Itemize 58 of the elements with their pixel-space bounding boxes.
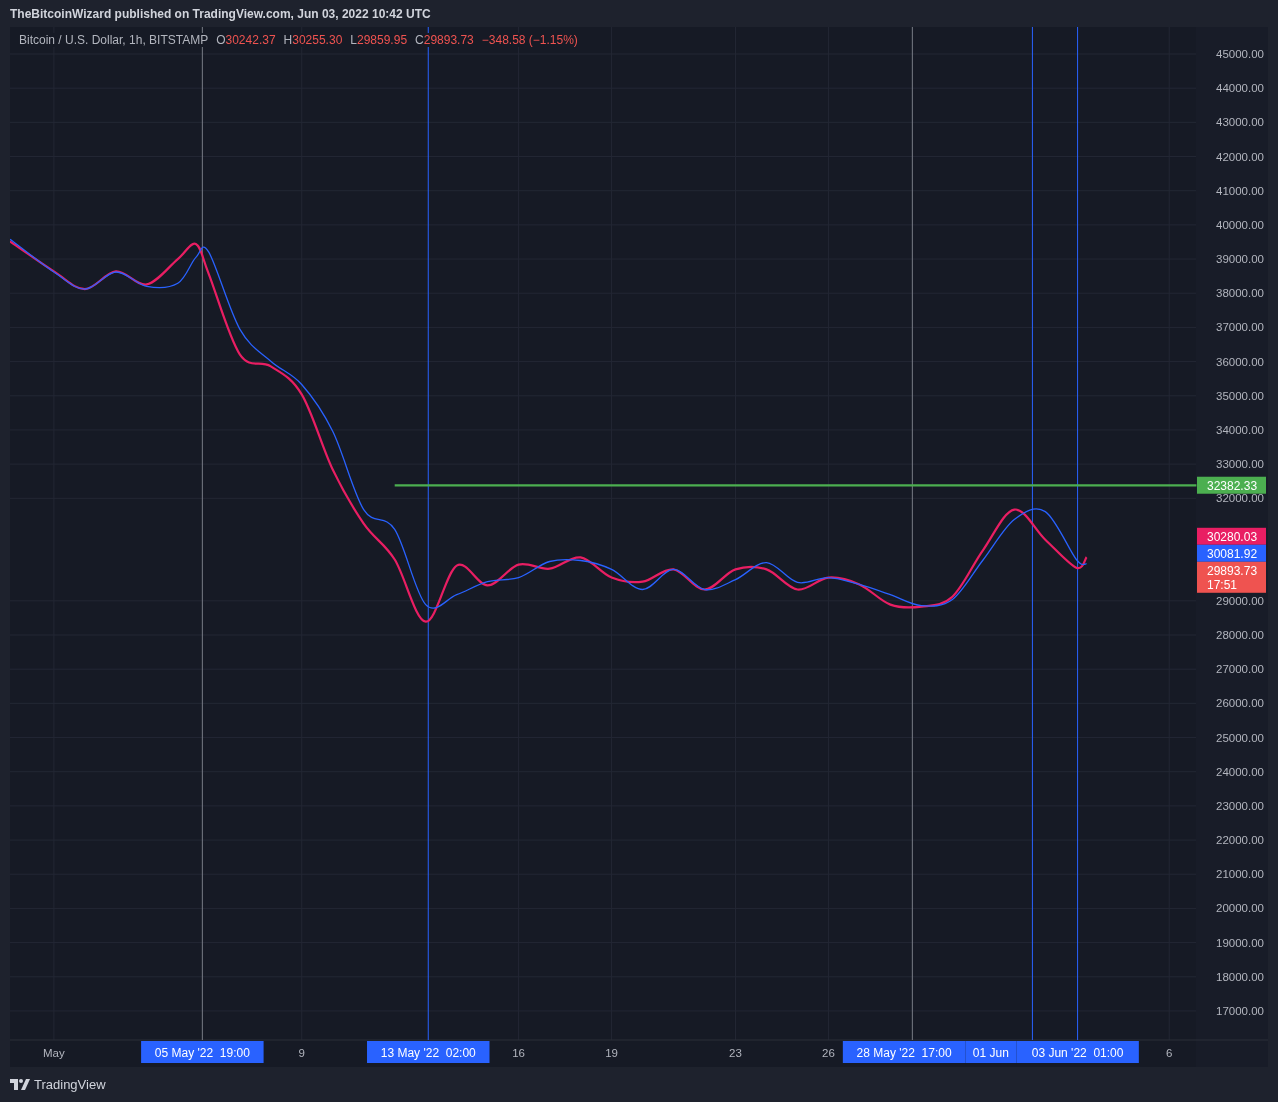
time-label: 13 May '22 02:00: [367, 1041, 490, 1063]
price-axis-label: 37000.00: [1216, 321, 1264, 334]
price-axis-label: 35000.00: [1216, 389, 1264, 402]
time-axis-label: 23: [729, 1047, 742, 1059]
price-axis-label: 32000.00: [1216, 492, 1264, 505]
price-axis-label: 33000.00: [1216, 458, 1264, 471]
price-axis-label: 21000.00: [1216, 868, 1264, 881]
price-axis-label: 25000.00: [1216, 731, 1264, 744]
ref-line-label: 03 Jun '22 01:00: [1031, 1046, 1124, 1060]
price-axis-label: 40000.00: [1216, 218, 1264, 231]
time-axis-label: 16: [512, 1047, 525, 1059]
logo-icon: [10, 1079, 30, 1090]
price-axis-label: 41000.00: [1216, 184, 1264, 197]
brand-name: TradingView: [34, 1077, 106, 1092]
time-axis-label: 6: [1166, 1047, 1173, 1059]
ref-line-label: 01 Jun: [972, 1046, 1009, 1060]
ref-line-label: 13 May '22 02:00: [380, 1046, 477, 1060]
price-axis-label: 18000.00: [1216, 970, 1264, 983]
annotation: 30081.92: [1207, 546, 1258, 561]
time-axis-label: 19: [605, 1047, 618, 1059]
price-axis-label: 24000.00: [1216, 765, 1264, 778]
price-axis-label: 45000.00: [1216, 48, 1264, 60]
price-change: −348.58 (−1.15%): [480, 33, 579, 47]
ref-line-label: 28 May '22 17:00: [856, 1046, 952, 1060]
price-tag: 29893.73 17:51: [1197, 561, 1266, 593]
annotation: 29893.73: [1207, 563, 1258, 578]
price-axis-label: 34000.00: [1216, 423, 1264, 436]
ohlc-value: H30255.30: [282, 33, 344, 47]
annotation: 32382.33: [1207, 478, 1258, 493]
time-label: 05 May '22 19:00: [141, 1041, 264, 1063]
ohlc-value: O30242.37: [215, 33, 277, 47]
annotation: 30280.03: [1207, 529, 1258, 544]
price-axis-label: 44000.00: [1216, 82, 1264, 95]
time-axis-label: May: [43, 1047, 65, 1059]
ohlc-value: L29859.95: [349, 33, 409, 47]
time-label: 01 Jun: [965, 1041, 1017, 1063]
price-axis-label: 26000.00: [1216, 697, 1264, 710]
price-axis-label: 28000.00: [1216, 629, 1264, 641]
time-axis-label: 9: [298, 1047, 305, 1059]
time-label: 03 Jun '22 01:00: [1016, 1041, 1139, 1063]
ohlc-value: C29893.73: [414, 33, 475, 47]
ref-line-label: 05 May '22 19:00: [154, 1046, 251, 1060]
price-axis-label: 22000.00: [1216, 834, 1264, 847]
price-axis-label: 19000.00: [1216, 936, 1264, 949]
price-axis-label: 39000.00: [1216, 253, 1264, 266]
price-axis-label: 38000.00: [1216, 287, 1264, 300]
publish-info: TheBitcoinWizard published on TradingView.com, Jun 03, 2022 10:42 UTC: [10, 6, 431, 21]
time-axis-label: 26: [822, 1047, 835, 1059]
price-axis-label: 36000.00: [1216, 355, 1264, 368]
time-label: 28 May '22 17:00: [842, 1041, 966, 1063]
symbol-title: Bitcoin / U.S. Dollar, 1h, BITSTAMP: [18, 33, 210, 47]
price-axis-label: 27000.00: [1216, 663, 1264, 676]
price-axis-label: 17000.00: [1216, 1004, 1264, 1017]
price-axis-label: 42000.00: [1216, 150, 1264, 163]
price-axis-label: 20000.00: [1216, 902, 1264, 915]
price-axis-label: 29000.00: [1216, 594, 1264, 607]
price-axis-label: 23000.00: [1216, 799, 1264, 812]
price-axis-label: 43000.00: [1216, 116, 1264, 129]
